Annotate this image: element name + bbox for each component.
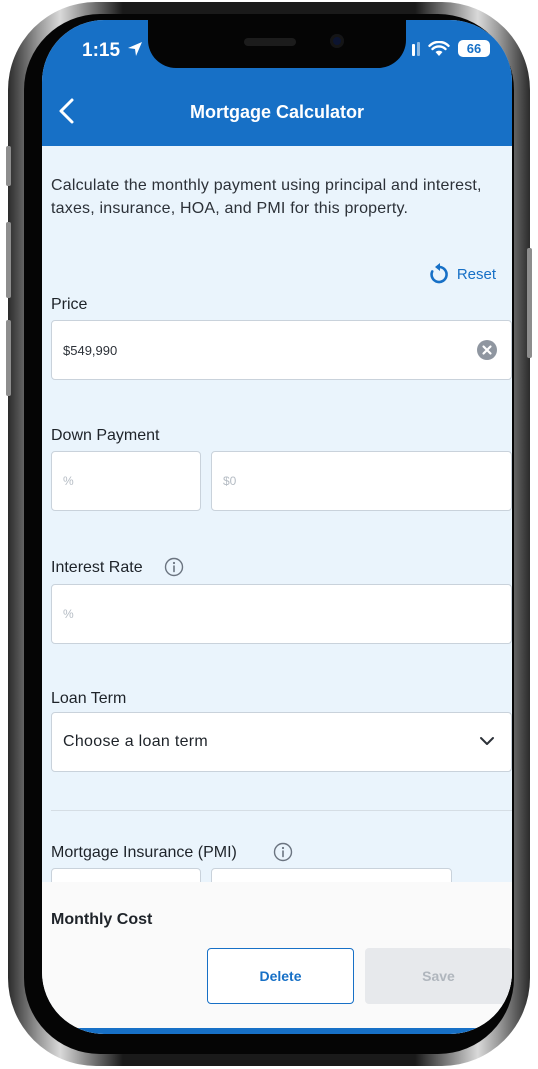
interest-rate-field[interactable]: % xyxy=(51,584,512,644)
app-header: 1:15 66 Mortgage Calculator xyxy=(42,20,512,146)
page-title: Mortgage Calculator xyxy=(189,102,365,122)
front-camera xyxy=(330,34,344,48)
clear-icon[interactable] xyxy=(477,340,497,360)
intro-text: Calculate the monthly payment using prin… xyxy=(51,177,482,217)
power-button xyxy=(527,248,532,358)
monthly-cost-label: Monthly Cost xyxy=(51,911,153,928)
chevron-down-icon xyxy=(480,737,494,745)
save-button[interactable]: Save xyxy=(365,948,512,1004)
volume-down-button xyxy=(6,320,11,396)
price-field[interactable]: $549,990 xyxy=(51,320,512,380)
status-indicators: 66 xyxy=(412,40,490,57)
delete-button[interactable]: Delete xyxy=(207,948,354,1004)
volume-up-button xyxy=(6,222,11,298)
pmi-label-text: Mortgage Insurance (PMI) xyxy=(51,844,237,861)
down-payment-percent-field[interactable]: % xyxy=(51,451,201,511)
status-time: 1:15 xyxy=(82,40,143,62)
down-payment-amount-placeholder: $0 xyxy=(223,474,237,488)
wifi-icon xyxy=(428,40,450,56)
bottom-bar xyxy=(42,1028,512,1034)
app-screen: 1:15 66 Mortgage Calculator Calculate th… xyxy=(42,20,512,1034)
action-button xyxy=(6,146,11,186)
reset-button[interactable]: Reset xyxy=(429,263,496,285)
interest-rate-label-text: Interest Rate xyxy=(51,559,143,576)
speaker-grille xyxy=(244,38,296,46)
battery-indicator: 66 xyxy=(458,40,490,57)
refresh-icon xyxy=(430,263,448,284)
down-payment-percent-placeholder: % xyxy=(63,474,74,488)
footer-panel: Monthly Cost Delete Save xyxy=(42,882,512,1034)
location-arrow-icon xyxy=(128,42,143,56)
loan-term-label: Loan Term xyxy=(51,690,127,707)
down-payment-amount-field[interactable]: $0 xyxy=(211,451,512,511)
signal-icon xyxy=(412,41,420,56)
section-divider xyxy=(51,810,512,811)
down-payment-label: Down Payment xyxy=(51,427,160,444)
loan-term-selected: Choose a loan term xyxy=(63,733,209,750)
loan-term-select[interactable]: Choose a loan term xyxy=(51,712,512,772)
info-icon[interactable] xyxy=(164,557,184,577)
pmi-info-icon[interactable] xyxy=(273,842,293,862)
interest-rate-label: Interest Rate xyxy=(51,559,143,577)
interest-rate-placeholder: % xyxy=(63,607,74,621)
status-time-text: 1:15 xyxy=(82,40,121,61)
reset-label: Reset xyxy=(456,265,496,283)
pmi-label: Mortgage Insurance (PMI) xyxy=(51,844,237,862)
camera-notch xyxy=(148,20,406,68)
price-value: $549,990 xyxy=(63,343,118,358)
price-label: Price xyxy=(51,296,88,313)
